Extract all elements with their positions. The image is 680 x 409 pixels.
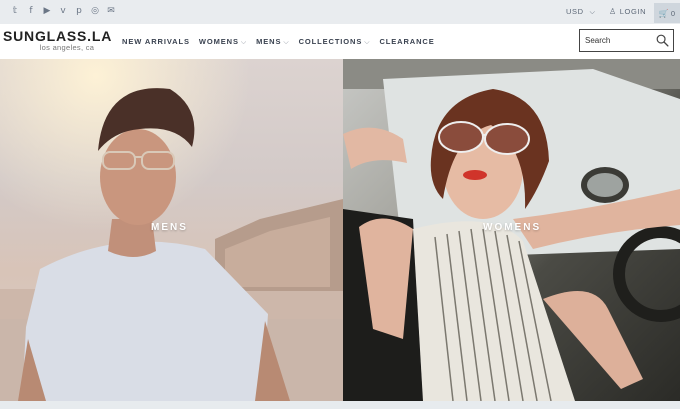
search-input[interactable]: [580, 30, 652, 51]
cart-icon: 🛒: [658, 8, 669, 18]
facebook-icon[interactable]: f: [26, 5, 36, 17]
nav-item-womens[interactable]: WOMENS ⌵: [199, 37, 247, 47]
cart-button[interactable]: 🛒 0: [654, 3, 680, 23]
hero-panel-womens[interactable]: WOMENS: [343, 59, 680, 401]
chevron-down-icon: ⌵: [589, 9, 596, 16]
mens-label[interactable]: MENS: [151, 222, 188, 233]
login-link[interactable]: ♙ LOGIN: [609, 7, 646, 16]
pinterest-icon[interactable]: p: [74, 5, 84, 17]
login-label: LOGIN: [619, 7, 647, 16]
bottom-strip: [0, 401, 680, 409]
chevron-down-icon: ⌵: [364, 39, 371, 46]
email-icon[interactable]: ✉: [106, 5, 116, 17]
nav-item-clearance[interactable]: CLEARANCE: [379, 37, 434, 47]
instagram-icon[interactable]: ◎: [90, 5, 100, 17]
womens-label[interactable]: WOMENS: [483, 222, 541, 233]
main-nav: NEW ARRIVALS WOMENS ⌵ MENS ⌵ COLLECTIONS ⌵ …: [122, 37, 444, 47]
twitter-icon[interactable]: 𝕥: [10, 5, 20, 17]
chevron-down-icon: ⌵: [240, 39, 248, 46]
nav-item-collections[interactable]: COLLECTIONS ⌵: [299, 37, 371, 47]
search-icon[interactable]: [656, 34, 669, 47]
hero-panel-mens[interactable]: MENS: [0, 59, 343, 401]
currency-label: USD: [566, 7, 584, 16]
site-header: SUNGLASS.LA los angeles, ca NEW ARRIVALS…: [0, 24, 680, 59]
logo-name: SUNGLASS.LA: [3, 28, 113, 44]
nav-item-new-arrivals[interactable]: NEW ARRIVALS: [122, 37, 190, 47]
logo-tagline: los angeles, ca: [39, 43, 95, 52]
cart-count: 0: [670, 8, 676, 18]
nav-item-mens[interactable]: MENS ⌵: [256, 37, 290, 47]
top-utility-bar: 𝕥 f ▶ v p ◎ ✉ USD ⌵ ♙ LOGIN 🛒 0: [0, 0, 680, 24]
chevron-down-icon: ⌵: [283, 39, 290, 46]
site-logo[interactable]: SUNGLASS.LA los angeles, ca: [3, 28, 113, 53]
search-box: [579, 29, 674, 52]
vimeo-icon[interactable]: v: [58, 5, 68, 17]
social-links: 𝕥 f ▶ v p ◎ ✉: [10, 5, 116, 17]
youtube-icon[interactable]: ▶: [42, 5, 52, 17]
user-icon: ♙: [609, 7, 617, 16]
currency-selector[interactable]: USD ⌵: [566, 7, 596, 17]
